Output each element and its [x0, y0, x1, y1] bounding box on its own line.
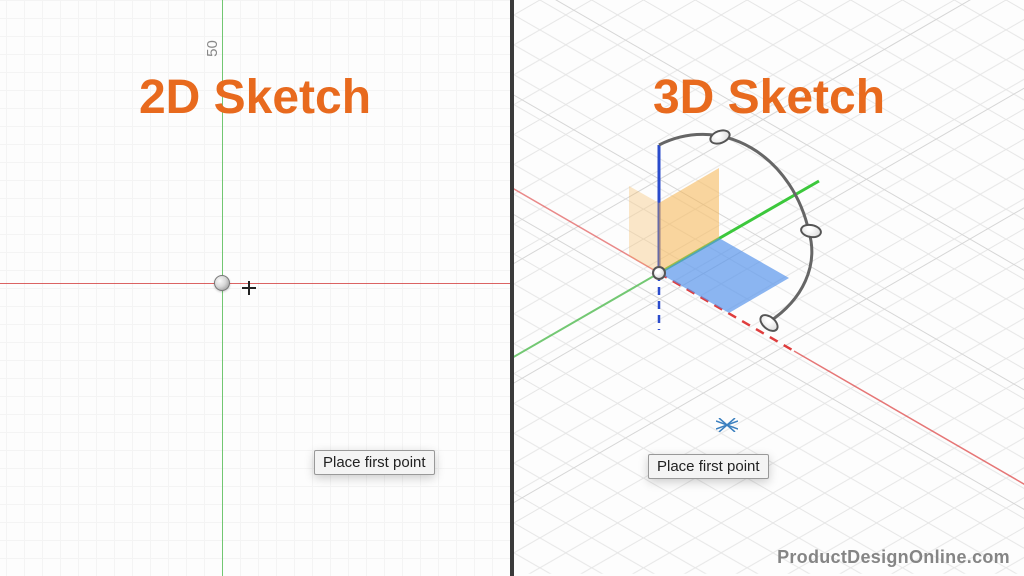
panel-3d-sketch[interactable]: 3D Sketch Place first point ProductDesig…: [514, 0, 1024, 576]
origin-point-3d-icon[interactable]: [652, 266, 666, 280]
tooltip-2d: Place first point: [314, 450, 435, 475]
split-container: 50 2D Sketch Place first point: [0, 0, 1024, 576]
crosshair-cursor-icon: [242, 281, 256, 295]
watermark: ProductDesignOnline.com: [777, 547, 1010, 568]
panel-title-3d: 3D Sketch: [653, 70, 885, 125]
panel-title-2d: 2D Sketch: [139, 70, 371, 125]
panel-2d-sketch[interactable]: 50 2D Sketch Place first point: [0, 0, 514, 576]
origin-point-2d-icon[interactable]: [214, 275, 230, 291]
dimension-label: 50: [204, 40, 221, 57]
tooltip-3d: Place first point: [648, 454, 769, 479]
